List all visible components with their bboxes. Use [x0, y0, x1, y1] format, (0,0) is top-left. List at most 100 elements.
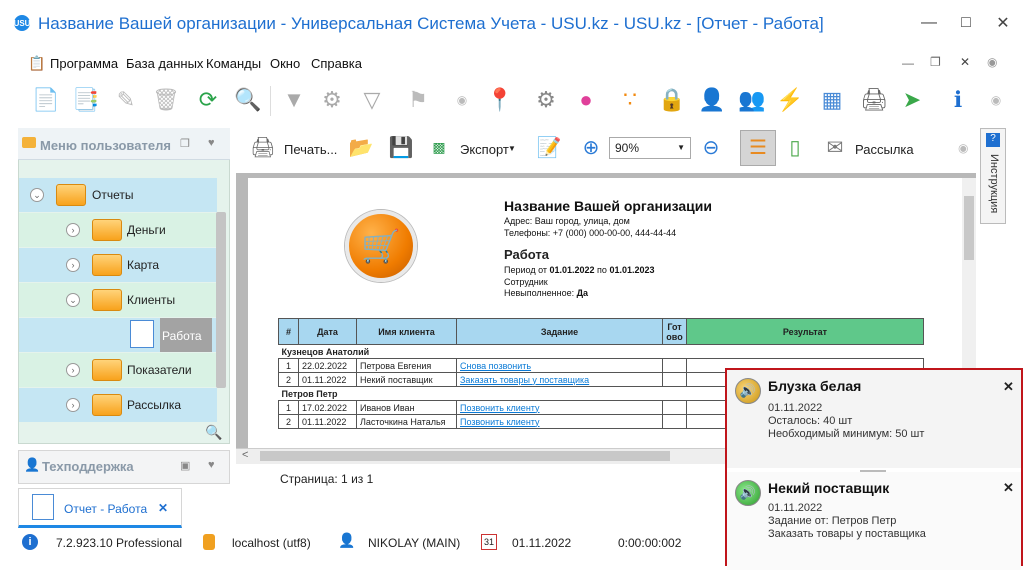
zoom-dropdown-icon[interactable]: ▼	[677, 143, 685, 152]
color-wheel-icon[interactable]: ●	[570, 84, 602, 116]
scroll-left-icon[interactable]: <	[242, 449, 248, 461]
period-prefix: Период от	[504, 265, 550, 275]
plugin-icon[interactable]: ⚡	[774, 84, 806, 116]
mdi-close-button[interactable]: ✕	[960, 55, 970, 69]
edit-record-icon[interactable]: ✎	[110, 84, 142, 116]
toolbar-expand-icon[interactable]: ◉	[446, 84, 478, 116]
map-pin-icon[interactable]: 📍	[484, 84, 516, 116]
menu-program[interactable]: Программа	[50, 56, 118, 71]
expand-toggle-icon[interactable]: ›	[66, 223, 80, 237]
copy-record-icon[interactable]: 📑	[70, 84, 102, 116]
status-db: localhost (utf8)	[232, 536, 311, 550]
expand-toggle-icon[interactable]: ›	[66, 258, 80, 272]
task-link[interactable]: Заказать товары у поставщика	[460, 375, 589, 385]
printer-icon[interactable]: 🖨	[858, 84, 890, 116]
search-icon[interactable]: 🔍	[232, 84, 264, 116]
expand-toggle-icon[interactable]: ›	[66, 398, 80, 412]
close-window-button[interactable]: ✕	[988, 12, 1018, 34]
zoom-out-icon[interactable]: ⊖	[696, 132, 726, 162]
zoom-in-icon[interactable]: ⊕	[576, 132, 606, 162]
table-grid-icon[interactable]: ▦	[816, 84, 848, 116]
notification-title: Некий поставщик	[768, 480, 890, 496]
cell-number: 2	[278, 372, 299, 387]
rss-icon[interactable]: ∵	[614, 84, 646, 116]
report-toolbar-overflow-icon[interactable]: ◉	[958, 141, 968, 155]
panel-pin-icon[interactable]: ♥	[208, 137, 215, 149]
cell-done	[662, 400, 687, 415]
report-employee: Сотрудник	[504, 277, 548, 287]
app-logo-icon: USU	[14, 15, 30, 31]
menu-commands[interactable]: Команды	[206, 56, 261, 71]
menu-window[interactable]: Окно	[270, 56, 300, 71]
new-record-icon[interactable]: 📄	[30, 84, 62, 116]
task-link[interactable]: Позвонить клиенту	[460, 417, 540, 427]
panel-float-icon[interactable]: ❐	[180, 137, 190, 150]
export-button[interactable]: Экспорт	[460, 142, 509, 157]
col-header-result: Результат	[686, 318, 924, 345]
minimize-button[interactable]: —	[914, 12, 944, 34]
mdi-restore-button[interactable]: ❐	[930, 55, 941, 69]
toolbar-overflow-icon[interactable]: ◉	[980, 84, 1012, 116]
lock-icon[interactable]: 🔒	[656, 84, 688, 116]
report-undone: Невыполненное: Да	[504, 288, 588, 298]
task-link[interactable]: Позвонить клиенту	[460, 403, 540, 413]
report-vertical-scroll-thumb[interactable]	[964, 196, 974, 260]
filter-icon[interactable]: ▼	[278, 84, 310, 116]
support-pin-icon[interactable]: ♥	[208, 459, 215, 471]
maximize-button[interactable]: □	[951, 12, 981, 34]
zoom-select[interactable]: 90% ▼	[609, 137, 691, 159]
notification-close-button[interactable]: ✕	[1003, 379, 1014, 395]
cell-number: 1	[278, 400, 299, 415]
tree-view-icon: ☰	[749, 136, 767, 159]
export-dropdown-icon[interactable]: ▼	[508, 144, 516, 153]
menu-more-icon[interactable]: ◉	[987, 55, 997, 69]
tab-close-icon[interactable]: ✕	[158, 501, 168, 515]
folder-icon	[92, 359, 122, 381]
mdi-minimize-button[interactable]: —	[902, 56, 914, 70]
mailing-button[interactable]: Рассылка	[855, 142, 914, 157]
tree-scrollbar[interactable]	[216, 212, 226, 388]
refresh-icon[interactable]: ⟳	[192, 84, 224, 116]
expand-toggle-icon[interactable]: ⌄	[66, 293, 80, 307]
forward-arrow-icon[interactable]: ➤	[896, 84, 928, 116]
report-horizontal-scroll-thumb[interactable]	[260, 451, 670, 461]
users-group-icon[interactable]: 👥	[736, 84, 768, 116]
save-icon[interactable]: 💾	[386, 132, 416, 162]
expand-toggle-icon[interactable]: ›	[66, 363, 80, 377]
task-link[interactable]: Снова позвонить	[460, 361, 531, 371]
report-org-name: Название Вашей организации	[504, 198, 712, 214]
clear-filter-icon[interactable]: ▽	[356, 84, 388, 116]
tree-label-work: Работа	[162, 329, 202, 343]
print-button[interactable]: Печать...	[284, 142, 337, 157]
expand-toggle-icon[interactable]: ⌄	[30, 188, 44, 202]
cell-date: 01.11.2022	[298, 372, 357, 387]
filter-settings-icon[interactable]: ⚙	[316, 84, 348, 116]
tree-label-map: Карта	[127, 258, 160, 272]
notification-close-button[interactable]: ✕	[1003, 480, 1014, 496]
delete-record-icon[interactable]: 🗑	[150, 84, 182, 116]
user-icon[interactable]: 👤	[696, 84, 728, 116]
mail-icon[interactable]: ✉	[820, 132, 850, 162]
notification-line: Осталось: 40 шт	[768, 415, 853, 427]
calendar-icon: 31	[481, 534, 497, 550]
support-user-icon: 👤	[24, 457, 41, 472]
flag-icon[interactable]: ⚑	[402, 84, 434, 116]
open-folder-icon[interactable]: 📂	[346, 132, 376, 162]
zoom-value: 90%	[615, 141, 640, 155]
export-xls-icon[interactable]: ▩	[424, 132, 454, 162]
period-to: 01.01.2023	[609, 265, 655, 275]
info-icon[interactable]: ℹ	[942, 84, 974, 116]
page-view-icon[interactable]: ▯	[780, 132, 810, 162]
support-minimize-icon[interactable]: ▣	[180, 459, 190, 472]
menu-database[interactable]: База данных	[126, 56, 203, 71]
folder-icon	[22, 137, 36, 148]
support-title: Техподдержка	[42, 459, 134, 474]
report-settings-icon[interactable]: 📝	[534, 132, 564, 162]
toolbar-separator	[270, 86, 271, 116]
tree-search-icon[interactable]: 🔍	[205, 424, 222, 441]
cell-number: 2	[278, 414, 299, 429]
menu-help[interactable]: Справка	[311, 56, 362, 71]
settings-gear-icon[interactable]: ⚙	[530, 84, 562, 116]
notification-line: Заказать товары у поставщика	[768, 528, 926, 540]
print-icon[interactable]: 🖨	[248, 132, 278, 162]
